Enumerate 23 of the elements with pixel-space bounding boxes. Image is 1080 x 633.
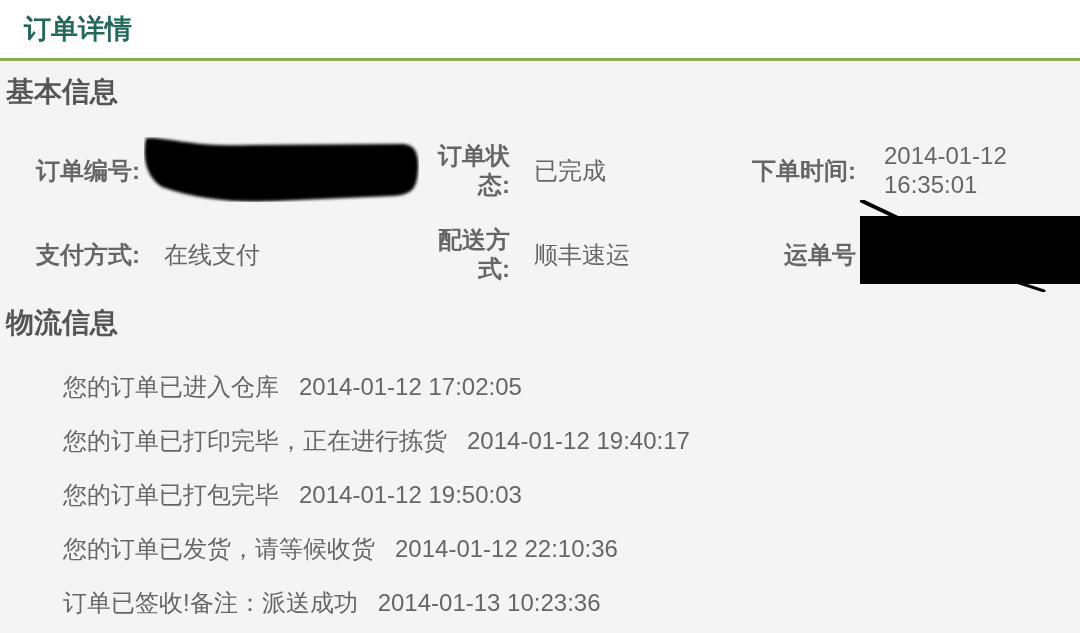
- field-label: 下单时间:: [752, 155, 856, 185]
- section-heading: 物流信息: [6, 307, 118, 339]
- event-time: 2014-01-12 19:50:03: [299, 479, 522, 509]
- field-value: 顺丰速运: [534, 239, 630, 269]
- event-time: 2014-01-12 17:02:05: [299, 371, 522, 401]
- event-message: 您的订单已打印完毕，正在进行拣货: [63, 425, 447, 455]
- event-time: 2014-01-13 10:23:36: [377, 587, 601, 617]
- field-label: 订单编号:: [36, 155, 140, 185]
- section-heading: 基本信息: [6, 76, 118, 108]
- event-message: 订单已签收!备注：派送成功: [63, 587, 358, 617]
- event-message: 您的订单已进入仓库: [63, 371, 279, 401]
- event-time: 2014-01-12 19:40:17: [467, 425, 690, 455]
- field-label: 支付方式:: [36, 239, 140, 269]
- event-time: 2014-01-12 22:10:36: [395, 533, 618, 563]
- field-label: 运单号: [784, 239, 856, 269]
- field-value: 已完成: [534, 155, 606, 185]
- event-message: 您的订单已打包完毕: [63, 479, 279, 509]
- field-value: 2014-01-12 16:35:01: [884, 141, 1008, 199]
- field-label: 订单状态:: [436, 141, 510, 199]
- page-title: 订单详情: [24, 13, 132, 45]
- event-message: 您的订单已发货，请等候收货: [63, 533, 375, 563]
- field-label: 配送方式:: [437, 225, 510, 283]
- field-value: 在线支付: [164, 239, 260, 269]
